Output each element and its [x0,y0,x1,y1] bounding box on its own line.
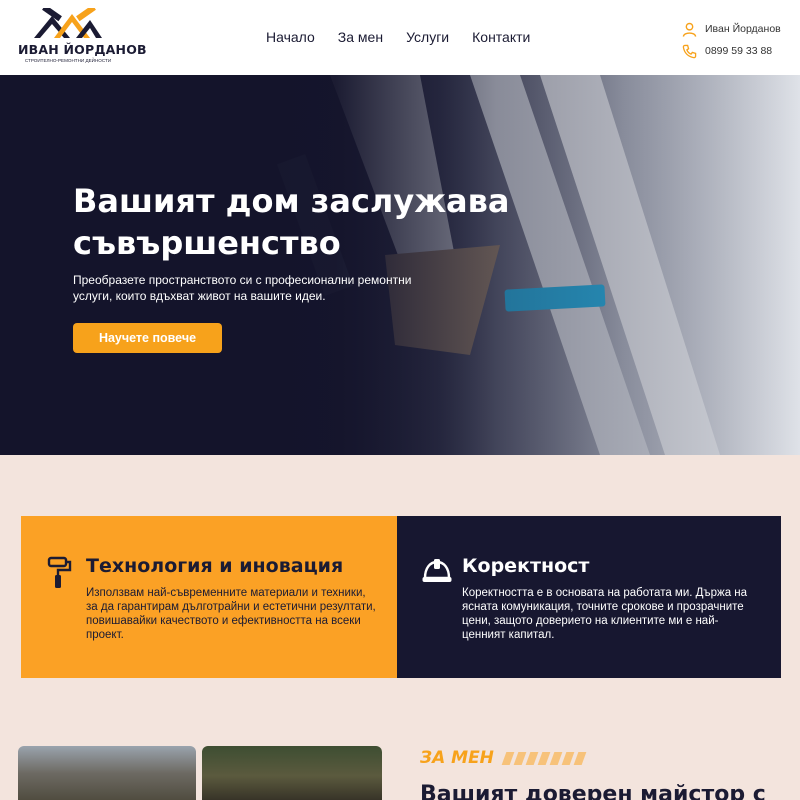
about-photo-family [202,746,382,800]
logo-name: ИВАН ЙОРДАНОВ [18,42,147,57]
contact-phone: 0899 59 33 88 [705,45,773,57]
feature-card-technology: Технология и иновация Използвам най-съвр… [21,516,397,678]
phone-icon [682,44,697,58]
contact-phone-row[interactable]: 0899 59 33 88 [682,40,781,62]
feature-text: Коректността е в основата на работата ми… [462,587,748,641]
main-nav: Начало За мен Услуги Контакти [266,29,553,45]
feature-card-correctness: Коректност Коректността е в основата на … [397,516,781,678]
hammers-roof-logo-icon [34,8,102,38]
feature-text: Използвам най-съвременните материали и т… [86,587,376,641]
nav-contacts[interactable]: Контакти [472,29,530,45]
contact-name-row: Иван Йорданов [682,18,781,40]
nav-services[interactable]: Услуги [406,29,449,45]
paint-roller-icon [47,556,72,588]
about-label: ЗА МЕН [420,748,587,768]
header-contact: Иван Йорданов 0899 59 33 88 [682,18,781,62]
about-title: Вашият доверен майстор с [420,782,766,800]
feature-title: Технология и иновация [86,555,344,577]
site-header: ИВАН ЙОРДАНОВ СТРОИТЕЛНО-РЕМОНТНИ ДЕЙНОС… [0,0,800,75]
logo-tagline: СТРОИТЕЛНО-РЕМОНТНИ ДЕЙНОСТИ [24,58,112,63]
feature-title: Коректност [462,555,590,577]
user-icon [682,22,697,37]
features-section: Технология и иновация Използвам най-съвр… [21,516,781,678]
hard-hat-icon [422,559,452,582]
hero-section: Вашият дом заслужава съвършенство Преобр… [0,75,800,455]
contact-name: Иван Йорданов [705,23,781,35]
page: ИВАН ЙОРДАНОВ СТРОИТЕЛНО-РЕМОНТНИ ДЕЙНОС… [0,0,800,800]
learn-more-button[interactable]: Научете повече [73,323,222,353]
nav-about[interactable]: За мен [338,29,383,45]
hero-title: Вашият дом заслужава съвършенство [73,182,510,262]
nav-home[interactable]: Начало [266,29,315,45]
logo[interactable]: ИВАН ЙОРДАНОВ СТРОИТЕЛНО-РЕМОНТНИ ДЕЙНОС… [18,8,147,66]
hero-subtitle: Преобразете пространството си с професио… [73,273,412,303]
about-label-text: ЗА МЕН [420,748,494,768]
decorative-stripes [501,751,587,765]
paintbrush-ladder-photo [0,75,800,455]
about-photo-castle [18,746,196,800]
